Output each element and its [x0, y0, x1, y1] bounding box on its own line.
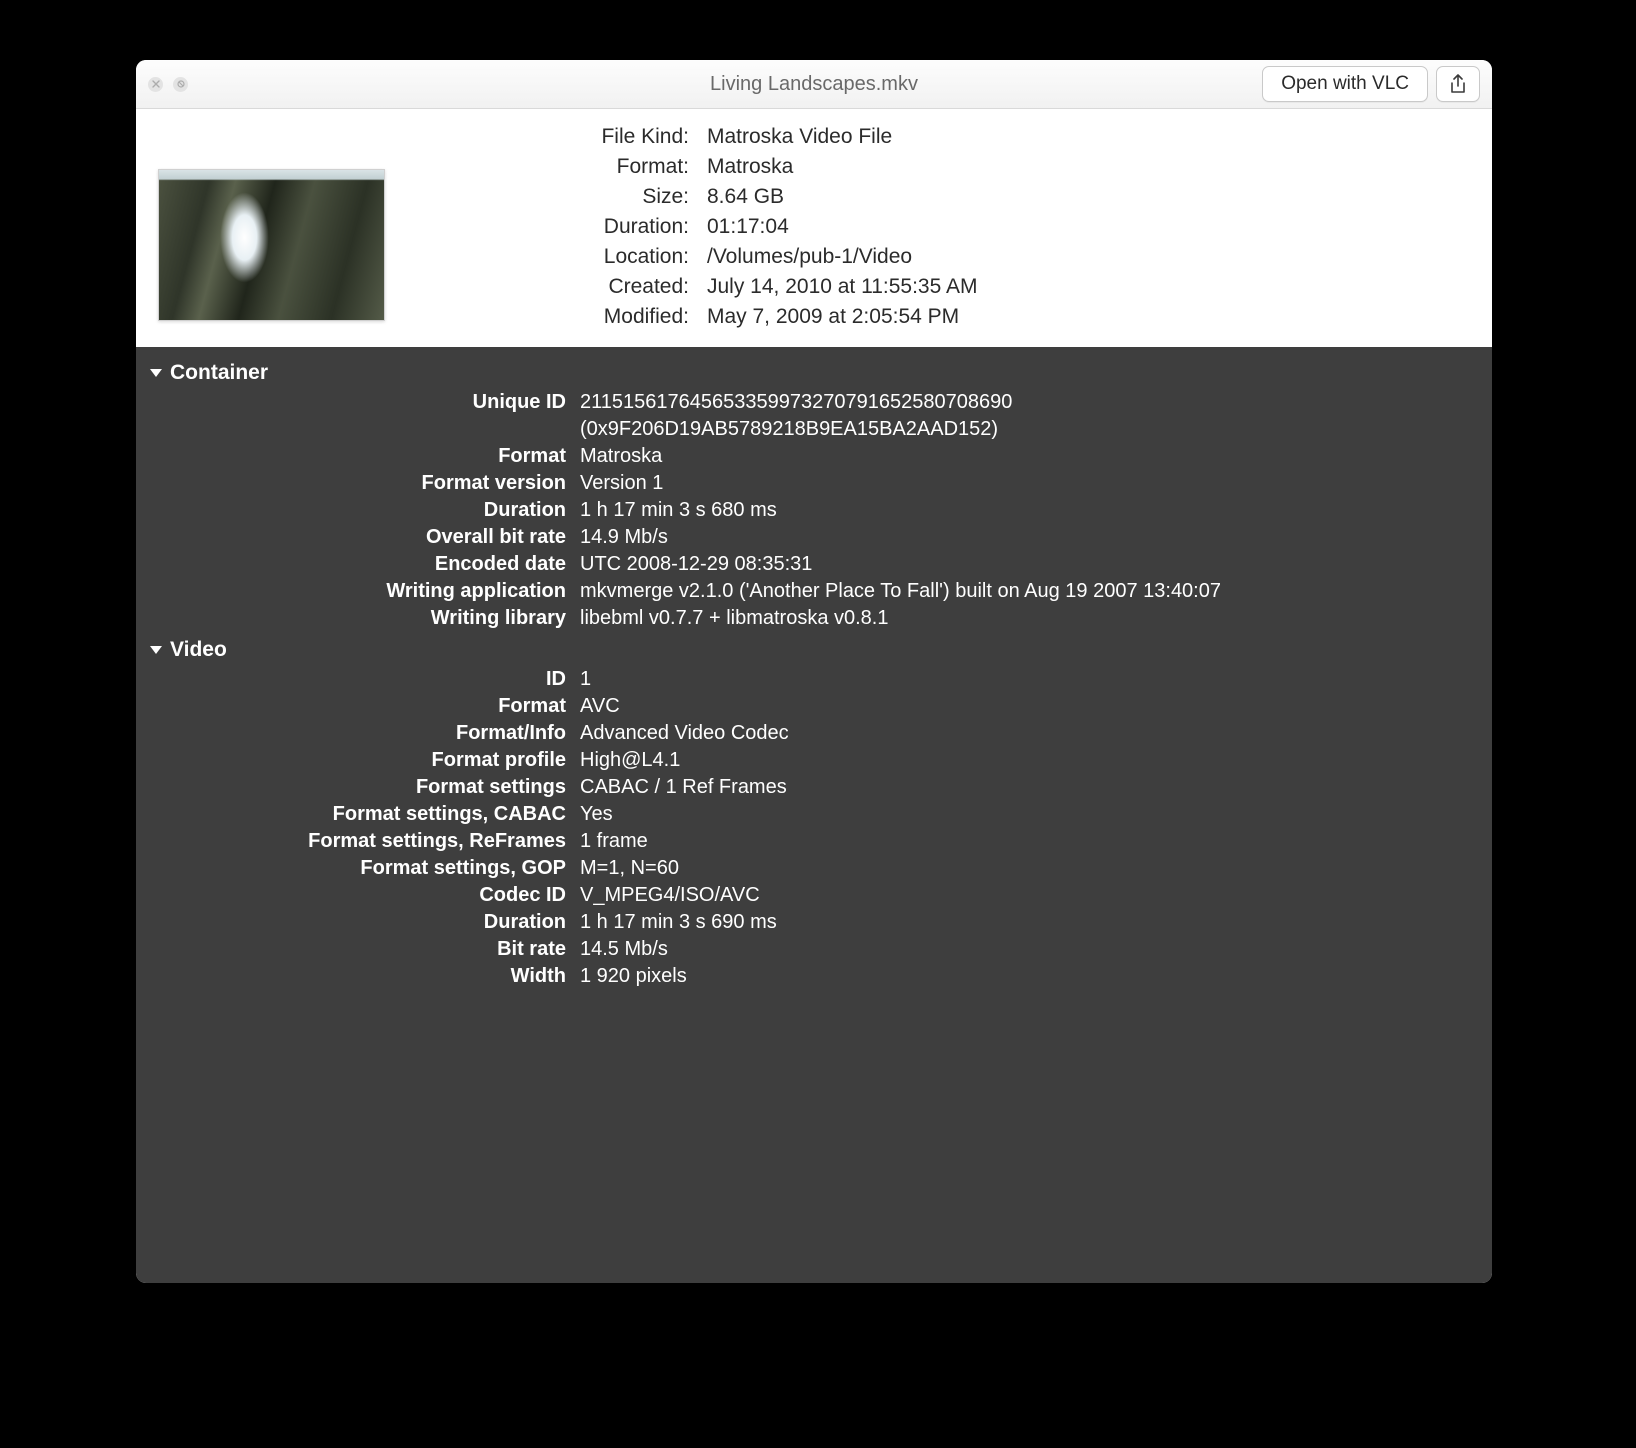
info-window: Living Landscapes.mkv Open with VLC File… [136, 60, 1492, 1283]
titlebar: Living Landscapes.mkv Open with VLC [136, 60, 1492, 109]
v-id-value: 1 [580, 666, 1472, 693]
container-row-bit-rate: Overall bit rate 14.9 Mb/s [136, 524, 1492, 551]
container-row-writing-lib: Writing library libebml v0.7.7 + libmatr… [136, 605, 1492, 632]
created-value: July 14, 2010 at 11:55:35 AM [707, 275, 977, 299]
minimize-window-button[interactable] [173, 77, 188, 92]
c-bit-rate-value: 14.9 Mb/s [580, 524, 1472, 551]
created-label: Created: [409, 275, 689, 299]
v-gop-value: M=1, N=60 [580, 855, 1472, 882]
v-id-label: ID [156, 666, 566, 693]
location-label: Location: [409, 245, 689, 269]
close-icon [152, 80, 160, 88]
v-codec-id-value: V_MPEG4/ISO/AVC [580, 882, 1472, 909]
v-format-value: AVC [580, 693, 1472, 720]
video-row-duration: Duration 1 h 17 min 3 s 690 ms [136, 909, 1492, 936]
unique-id-value: 211515617645653359973270791652580708690 … [580, 389, 1472, 443]
c-writing-lib-value: libebml v0.7.7 + libmatroska v0.8.1 [580, 605, 1472, 632]
v-bit-rate-label: Bit rate [156, 936, 566, 963]
video-row-format-settings: Format settings CABAC / 1 Ref Frames [136, 774, 1492, 801]
container-row-format-version: Format version Version 1 [136, 470, 1492, 497]
container-row-encoded-date: Encoded date UTC 2008-12-29 08:35:31 [136, 551, 1492, 578]
close-window-button[interactable] [148, 77, 163, 92]
v-duration-label: Duration [156, 909, 566, 936]
c-writing-lib-label: Writing library [156, 605, 566, 632]
v-bit-rate-value: 14.5 Mb/s [580, 936, 1472, 963]
video-row-format-info: Format/Info Advanced Video Codec [136, 720, 1492, 747]
detail-panel: Container Unique ID 21151561764565335997… [136, 347, 1492, 1283]
window-controls [148, 77, 188, 92]
c-bit-rate-label: Overall bit rate [156, 524, 566, 551]
summary-panel: File Kind: Matroska Video File Format: M… [136, 109, 1492, 347]
c-writing-app-value: mkvmerge v2.1.0 ('Another Place To Fall'… [580, 578, 1472, 605]
c-duration-value: 1 h 17 min 3 s 680 ms [580, 497, 1472, 524]
container-section-header[interactable]: Container [136, 355, 1492, 389]
duration-label: Duration: [409, 215, 689, 239]
unique-id-line1: 211515617645653359973270791652580708690 [580, 389, 1472, 416]
v-gop-label: Format settings, GOP [156, 855, 566, 882]
v-format-settings-label: Format settings [156, 774, 566, 801]
v-reframes-label: Format settings, ReFrames [156, 828, 566, 855]
v-format-label: Format [156, 693, 566, 720]
unique-id-label: Unique ID [156, 389, 566, 443]
file-kind-value: Matroska Video File [707, 125, 977, 149]
summary-grid: File Kind: Matroska Video File Format: M… [409, 125, 977, 329]
container-row-duration: Duration 1 h 17 min 3 s 680 ms [136, 497, 1492, 524]
video-row-bit-rate: Bit rate 14.5 Mb/s [136, 936, 1492, 963]
v-format-profile-label: Format profile [156, 747, 566, 774]
open-with-button[interactable]: Open with VLC [1262, 66, 1428, 102]
v-width-value: 1 920 pixels [580, 963, 1472, 990]
v-duration-value: 1 h 17 min 3 s 690 ms [580, 909, 1472, 936]
modified-label: Modified: [409, 305, 689, 329]
video-heading: Video [170, 638, 227, 662]
video-section-header[interactable]: Video [136, 632, 1492, 666]
c-format-version-value: Version 1 [580, 470, 1472, 497]
v-codec-id-label: Codec ID [156, 882, 566, 909]
disclosure-triangle-icon [150, 646, 162, 654]
minimize-icon [177, 80, 185, 88]
v-format-info-value: Advanced Video Codec [580, 720, 1472, 747]
v-format-profile-value: High@L4.1 [580, 747, 1472, 774]
video-row-reframes: Format settings, ReFrames 1 frame [136, 828, 1492, 855]
size-label: Size: [409, 185, 689, 209]
location-value: /Volumes/pub-1/Video [707, 245, 977, 269]
share-icon [1449, 74, 1467, 94]
duration-value: 01:17:04 [707, 215, 977, 239]
open-with-label: Open with VLC [1281, 73, 1409, 95]
unique-id-line2: (0x9F206D19AB5789218B9EA15BA2AAD152) [580, 416, 1472, 443]
v-width-label: Width [156, 963, 566, 990]
share-button[interactable] [1436, 66, 1480, 102]
video-row-codec-id: Codec ID V_MPEG4/ISO/AVC [136, 882, 1492, 909]
c-encoded-date-label: Encoded date [156, 551, 566, 578]
container-row-writing-app: Writing application mkvmerge v2.1.0 ('An… [136, 578, 1492, 605]
v-cabac-label: Format settings, CABAC [156, 801, 566, 828]
video-thumbnail [158, 169, 385, 321]
c-format-value: Matroska [580, 443, 1472, 470]
size-value: 8.64 GB [707, 185, 977, 209]
video-row-gop: Format settings, GOP M=1, N=60 [136, 855, 1492, 882]
disclosure-triangle-icon [150, 369, 162, 377]
video-row-width: Width 1 920 pixels [136, 963, 1492, 990]
c-duration-label: Duration [156, 497, 566, 524]
c-format-version-label: Format version [156, 470, 566, 497]
video-row-format: Format AVC [136, 693, 1492, 720]
format-label: Format: [409, 155, 689, 179]
c-format-label: Format [156, 443, 566, 470]
video-row-cabac: Format settings, CABAC Yes [136, 801, 1492, 828]
modified-value: May 7, 2009 at 2:05:54 PM [707, 305, 977, 329]
v-format-settings-value: CABAC / 1 Ref Frames [580, 774, 1472, 801]
format-value: Matroska [707, 155, 977, 179]
v-format-info-label: Format/Info [156, 720, 566, 747]
container-row-unique-id: Unique ID 211515617645653359973270791652… [136, 389, 1492, 443]
c-encoded-date-value: UTC 2008-12-29 08:35:31 [580, 551, 1472, 578]
video-row-id: ID 1 [136, 666, 1492, 693]
container-heading: Container [170, 361, 268, 385]
c-writing-app-label: Writing application [156, 578, 566, 605]
container-row-format: Format Matroska [136, 443, 1492, 470]
video-row-format-profile: Format profile High@L4.1 [136, 747, 1492, 774]
v-reframes-value: 1 frame [580, 828, 1472, 855]
v-cabac-value: Yes [580, 801, 1472, 828]
file-kind-label: File Kind: [409, 125, 689, 149]
